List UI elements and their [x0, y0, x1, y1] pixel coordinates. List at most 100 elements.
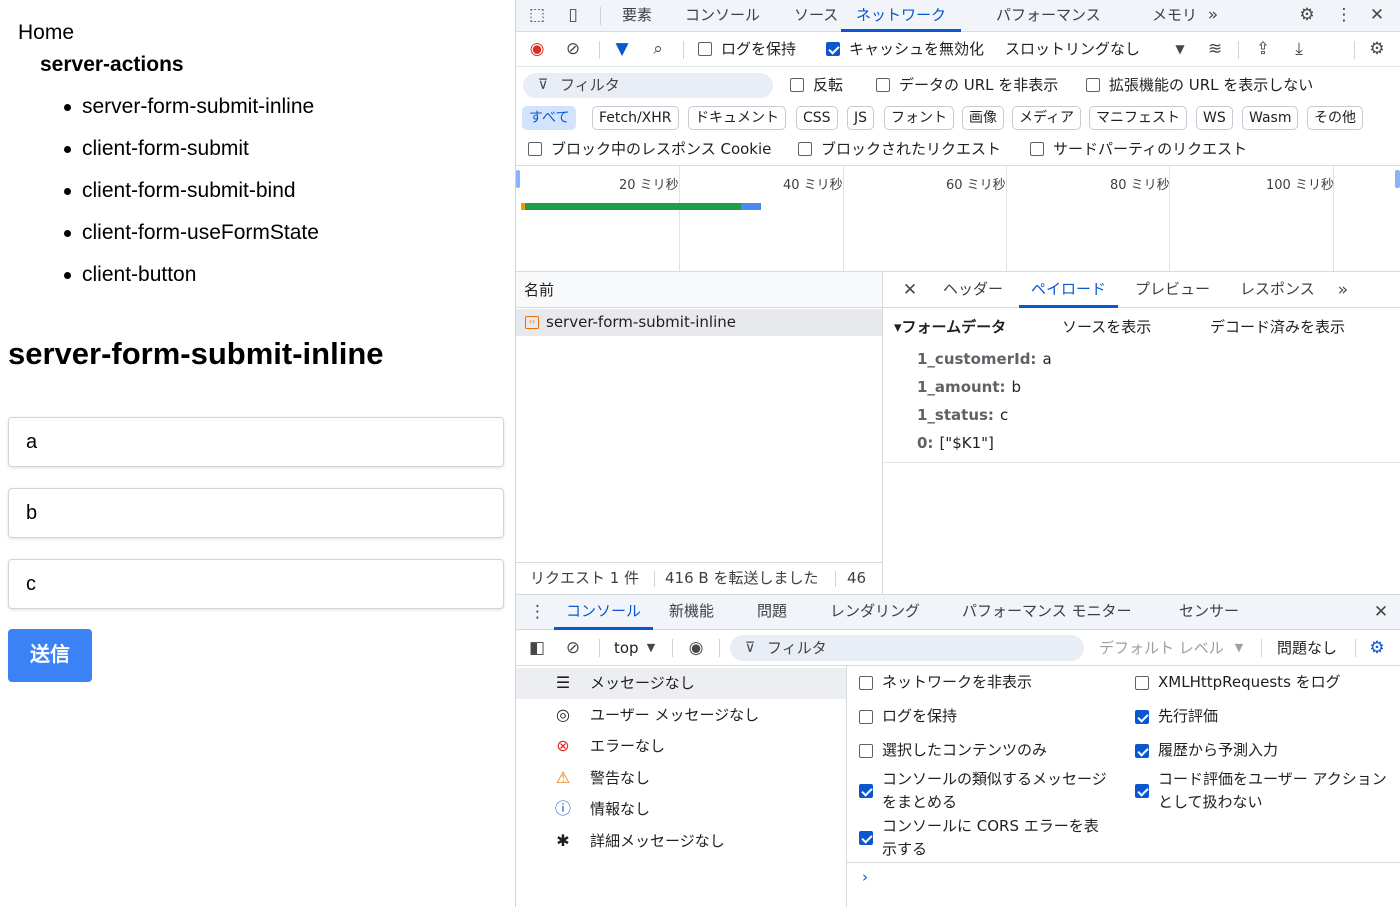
- tab-elements[interactable]: 要素: [622, 0, 652, 32]
- tab-memory[interactable]: メモリ: [1152, 0, 1197, 32]
- drawer-tab-performance-monitor[interactable]: パフォーマンス モニター: [962, 595, 1131, 630]
- more-tabs-icon[interactable]: »: [1203, 5, 1223, 25]
- type-wasm[interactable]: Wasm: [1242, 106, 1299, 130]
- type-js[interactable]: JS: [847, 106, 875, 130]
- type-media[interactable]: メディア: [1012, 106, 1082, 130]
- import-har-icon[interactable]: ⇪: [1253, 39, 1273, 59]
- drawer-tab-issues[interactable]: 問題: [757, 595, 787, 630]
- tab-payload[interactable]: ペイロード: [1019, 272, 1119, 308]
- tab-headers[interactable]: ヘッダー: [943, 272, 1003, 308]
- tab-network[interactable]: ネットワーク: [841, 0, 962, 32]
- form-data-section-toggle[interactable]: ▾フォームデータ: [894, 318, 1006, 336]
- tab-performance[interactable]: パフォーマンス: [996, 0, 1101, 32]
- chevron-down-icon[interactable]: ▼: [1232, 638, 1246, 658]
- type-fetch-xhr[interactable]: Fetch/XHR: [592, 106, 679, 130]
- drawer-tab-sensors[interactable]: センサー: [1179, 595, 1239, 630]
- clear-console-icon[interactable]: ⊘: [563, 638, 583, 658]
- network-overview-timeline[interactable]: 20 ミリ秒 40 ミリ秒 60 ミリ秒 80 ミリ秒 100 ミリ秒: [516, 166, 1400, 272]
- drawer-tab-rendering[interactable]: レンダリング: [830, 595, 920, 630]
- request-row[interactable]: ‹› server-form-submit-inline: [516, 309, 882, 336]
- inspect-element-icon[interactable]: ⬚: [527, 5, 547, 25]
- submit-button[interactable]: 送信: [8, 629, 92, 682]
- type-document[interactable]: ドキュメント: [688, 106, 786, 130]
- type-image[interactable]: 画像: [962, 106, 1004, 130]
- sidebar-item-info[interactable]: ⓘ 情報なし: [516, 794, 846, 825]
- type-ws[interactable]: WS: [1196, 106, 1233, 130]
- log-level-select[interactable]: デフォルト レベル: [1099, 639, 1224, 657]
- autocomplete-checkbox[interactable]: [1135, 744, 1149, 758]
- status-input[interactable]: c: [8, 559, 504, 609]
- kebab-menu-icon[interactable]: ⋮: [1334, 5, 1354, 25]
- blocked-requests-checkbox[interactable]: [798, 142, 812, 156]
- type-css[interactable]: CSS: [796, 106, 838, 130]
- device-toolbar-icon[interactable]: ▯: [563, 5, 583, 25]
- sidebar-item-messages[interactable]: ☰ メッセージなし: [516, 668, 846, 699]
- close-devtools-icon[interactable]: ✕: [1367, 5, 1387, 25]
- drawer-menu-icon[interactable]: ⋮: [529, 602, 546, 622]
- third-party-checkbox[interactable]: [1030, 142, 1044, 156]
- filter-funnel-icon[interactable]: ▼: [612, 39, 632, 59]
- network-settings-icon[interactable]: ⚙: [1367, 39, 1387, 59]
- settings-icon[interactable]: ⚙: [1297, 5, 1317, 25]
- more-detail-tabs-icon[interactable]: »: [1333, 280, 1353, 300]
- network-conditions-icon[interactable]: ≋: [1204, 39, 1226, 59]
- close-detail-icon[interactable]: ✕: [900, 280, 920, 300]
- group-similar-checkbox[interactable]: [859, 784, 873, 798]
- customer-id-input[interactable]: a: [8, 417, 504, 467]
- type-all[interactable]: すべて: [522, 106, 577, 130]
- nav-link-client-form-submit[interactable]: client-form-submit: [64, 137, 319, 179]
- type-other[interactable]: その他: [1307, 106, 1363, 130]
- throttling-select[interactable]: スロットリングなし: [1005, 40, 1140, 58]
- amount-input[interactable]: b: [8, 488, 504, 538]
- chevron-down-icon[interactable]: ▼: [644, 638, 658, 658]
- hide-network-checkbox[interactable]: [859, 676, 873, 690]
- live-expression-eye-icon[interactable]: ◉: [684, 638, 708, 658]
- invert-checkbox[interactable]: [790, 78, 804, 92]
- console-preserve-log-checkbox[interactable]: [859, 710, 873, 724]
- log-xhr-checkbox[interactable]: [1135, 676, 1149, 690]
- type-font[interactable]: フォント: [884, 106, 954, 130]
- nav-link-server-form-submit-inline[interactable]: server-form-submit-inline: [64, 95, 319, 137]
- nav-link-client-form-submit-bind[interactable]: client-form-submit-bind: [64, 179, 319, 221]
- cors-errors-checkbox[interactable]: [859, 831, 873, 845]
- sidebar-item-errors[interactable]: ⊗ エラーなし: [516, 731, 846, 762]
- nav-link-client-form-useformstate[interactable]: client-form-useFormState: [64, 221, 319, 263]
- tab-sources[interactable]: ソース: [794, 0, 838, 32]
- tab-console[interactable]: コンソール: [685, 0, 760, 32]
- timeline-left-handle[interactable]: [516, 170, 520, 188]
- drawer-tab-whats-new[interactable]: 新機能: [669, 595, 714, 630]
- export-har-icon[interactable]: ⤓: [1289, 39, 1309, 59]
- blocked-cookies-checkbox[interactable]: [528, 142, 542, 156]
- hide-extension-urls-checkbox[interactable]: [1086, 78, 1100, 92]
- record-stop-icon[interactable]: ◉: [527, 39, 547, 59]
- nav-link-client-button[interactable]: client-button: [64, 263, 319, 305]
- context-selector[interactable]: top: [614, 639, 639, 657]
- tab-response[interactable]: レスポンス: [1240, 272, 1315, 308]
- clear-icon[interactable]: ⊘: [563, 39, 583, 59]
- home-link[interactable]: Home: [18, 21, 74, 45]
- sidebar-item-verbose[interactable]: ✱ 詳細メッセージなし: [516, 826, 846, 857]
- name-column-header[interactable]: 名前: [516, 272, 882, 308]
- user-activation-checkbox[interactable]: [1135, 784, 1149, 798]
- sidebar-item-warnings[interactable]: ⚠ 警告なし: [516, 763, 846, 794]
- chevron-down-icon[interactable]: ▼: [1170, 39, 1190, 59]
- filter-input[interactable]: ⊽ フィルタ: [523, 73, 773, 98]
- view-source-link[interactable]: ソースを表示: [1062, 318, 1151, 336]
- preserve-log-checkbox[interactable]: [698, 42, 712, 56]
- console-prompt-icon[interactable]: ›: [858, 867, 872, 887]
- selected-context-checkbox[interactable]: [859, 744, 873, 758]
- tab-preview[interactable]: プレビュー: [1135, 272, 1210, 308]
- timeline-right-handle[interactable]: [1395, 170, 1400, 188]
- console-settings-icon[interactable]: ⚙: [1367, 638, 1387, 658]
- search-icon[interactable]: ⌕: [648, 39, 668, 59]
- close-drawer-icon[interactable]: ✕: [1371, 602, 1391, 622]
- eager-eval-checkbox[interactable]: [1135, 710, 1149, 724]
- drawer-tab-console[interactable]: コンソール: [554, 595, 654, 630]
- console-filter-input[interactable]: ⊽ フィルタ: [730, 635, 1084, 661]
- view-decoded-link[interactable]: デコード済みを表示: [1210, 318, 1345, 336]
- hide-data-urls-checkbox[interactable]: [876, 78, 890, 92]
- sidebar-item-user-messages[interactable]: ◎ ユーザー メッセージなし: [516, 700, 846, 731]
- sidebar-toggle-icon[interactable]: ◧: [527, 638, 547, 658]
- disable-cache-checkbox[interactable]: [826, 42, 840, 56]
- issues-count[interactable]: 問題なし: [1277, 639, 1337, 657]
